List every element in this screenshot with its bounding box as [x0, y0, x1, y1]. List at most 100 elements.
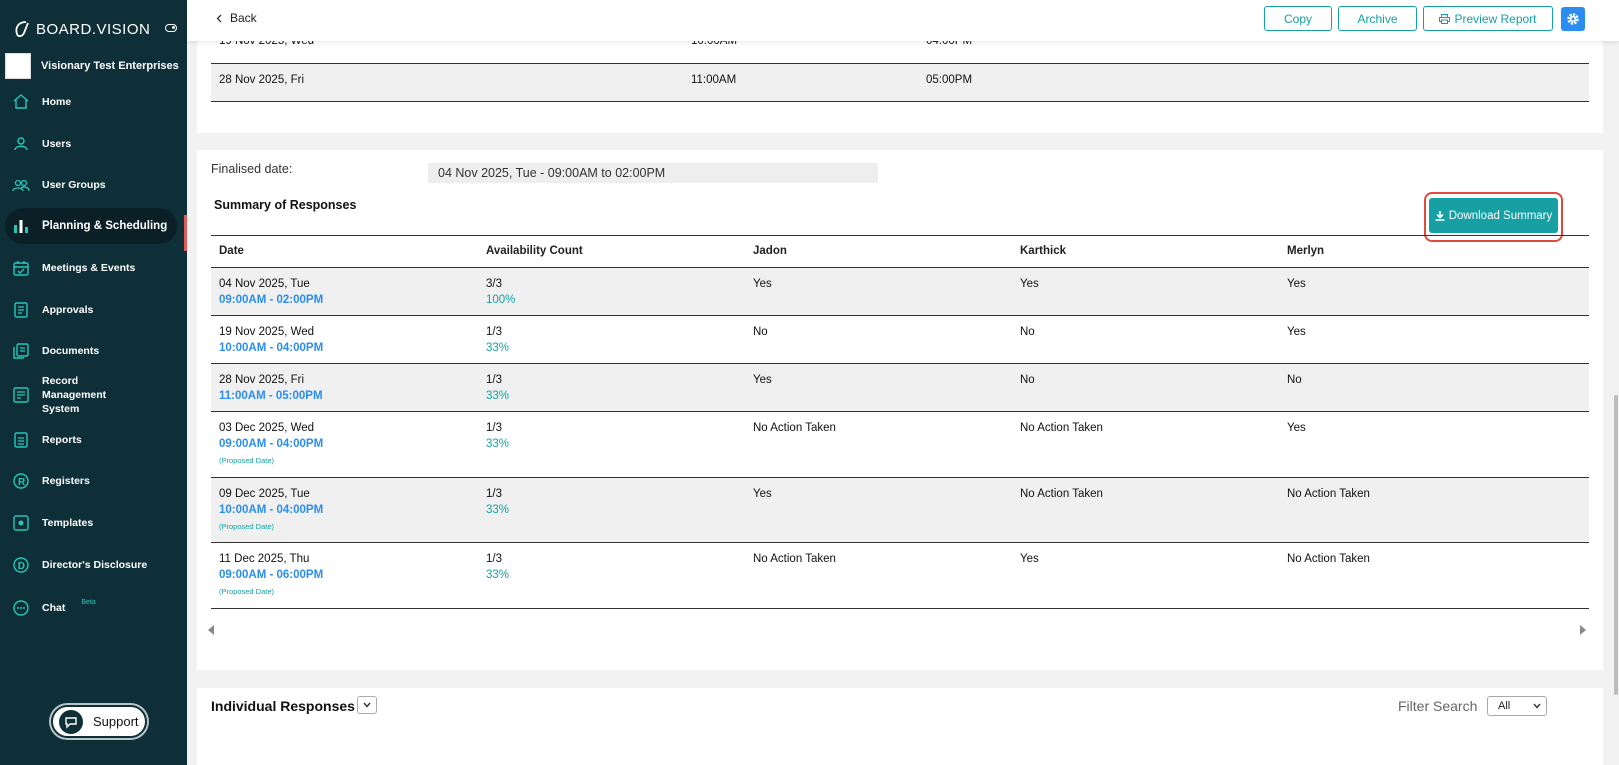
row-percentage: 33%: [486, 390, 510, 402]
sidebar-item-label: Record Management System: [42, 375, 107, 415]
support-chat-icon: [59, 709, 83, 734]
sidebar-item-chat[interactable]: Chat Beta: [5, 590, 177, 626]
row-count: 1/3: [486, 374, 502, 386]
calendar-icon: [12, 259, 30, 277]
approvals-icon: [12, 301, 30, 319]
sidebar-item-approvals[interactable]: Approvals: [5, 292, 177, 328]
disclosure-icon: D: [12, 556, 30, 574]
row-count: 3/3: [486, 278, 502, 290]
sidebar-item-home[interactable]: Home: [5, 84, 177, 120]
sidebar-item-user-groups[interactable]: User Groups: [5, 167, 177, 203]
user-groups-icon: [12, 176, 30, 194]
row-karthick: No Action Taken: [1020, 488, 1103, 500]
table-row: 11 Dec 2025, Thu 09:00AM - 06:00PM 1/3 33% N…: [211, 543, 1589, 609]
row-karthick: No Action Taken: [1020, 422, 1103, 434]
main-content: 19 Nov 2025, Wed 10:00AM 04:00PM 28 Nov …: [187, 0, 1619, 765]
row-jadon: No Action Taken: [753, 553, 836, 565]
sidebar-item-documents[interactable]: Documents: [5, 333, 177, 369]
chevron-down-icon: [363, 702, 371, 708]
support-button[interactable]: Support: [51, 705, 147, 738]
row-count: 1/3: [486, 488, 502, 500]
row-time: 10:00AM - 04:00PM: [219, 504, 324, 516]
sidebar-item-templates[interactable]: Templates: [5, 505, 177, 541]
sidebar-item-meetings-events[interactable]: Meetings & Events: [5, 250, 177, 286]
col-header-date: Date: [219, 245, 244, 257]
row-karthick: Yes: [1020, 278, 1039, 290]
row-date: 19 Nov 2025, Wed: [219, 326, 315, 338]
chevron-left-icon: [216, 14, 222, 22]
sidebar-item-label: Director's Disclosure: [42, 559, 148, 571]
row-jadon: No Action Taken: [753, 422, 836, 434]
row-percentage: 100%: [486, 294, 516, 306]
row-date: 09 Dec 2025, Tue: [219, 488, 310, 500]
chevron-down-icon: [1533, 703, 1541, 709]
row-time: 11:00AM - 05:00PM: [219, 390, 323, 402]
scroll-left-icon[interactable]: [207, 625, 215, 635]
org-logo: [5, 53, 31, 79]
org-switcher[interactable]: Visionary Test Enterprises: [5, 52, 182, 80]
chat-icon: [12, 599, 30, 617]
copy-label: Copy: [1283, 11, 1312, 26]
back-link[interactable]: Back: [216, 11, 257, 25]
beta-badge: Beta: [81, 598, 96, 606]
vertical-scrollbar[interactable]: [1614, 395, 1618, 695]
svg-text:D: D: [18, 561, 25, 572]
individual-responses-toggle[interactable]: [357, 696, 377, 714]
col-header-karthick: Karthick: [1020, 245, 1067, 257]
download-summary-label: Download Summary: [1448, 209, 1553, 222]
table-row: 04 Nov 2025, Tue 09:00AM - 02:00PM 3/3 100%…: [211, 268, 1589, 316]
filter-select[interactable]: All: [1487, 696, 1547, 716]
reports-icon: [12, 431, 30, 449]
sidebar-item-label: Home: [42, 96, 72, 108]
registers-icon: R: [12, 472, 30, 490]
sidebar-item-director-s-disclosure[interactable]: D Director's Disclosure: [5, 547, 177, 583]
row-time: 10:00AM - 04:00PM: [219, 342, 324, 354]
download-summary-button[interactable]: Download Summary: [1429, 198, 1558, 233]
row-date: 28 Nov 2025, Fri: [219, 374, 305, 386]
copy-button[interactable]: Copy: [1264, 6, 1332, 31]
settings-button[interactable]: [1561, 7, 1585, 31]
proposed-date-tag: (Proposed Date): [219, 456, 275, 465]
row-karthick: No: [1020, 374, 1035, 386]
row-jadon: Yes: [753, 488, 772, 500]
bar-chart-icon: [12, 217, 30, 235]
sidebar-item-planning-scheduling[interactable]: Planning & Scheduling: [5, 208, 177, 244]
col-header-merlyn: Merlyn: [1287, 245, 1325, 257]
printer-icon: [1439, 13, 1451, 24]
sidebar-item-users[interactable]: Users: [5, 126, 177, 162]
brand-name: BOARD.VISION: [36, 20, 151, 38]
sidebar-item-label: Planning & Scheduling: [42, 220, 168, 232]
preview-report-label: Preview Report: [1454, 11, 1537, 26]
col-header-availability: Availability Count: [486, 245, 583, 257]
preview-report-button[interactable]: Preview Report: [1423, 6, 1553, 31]
sidebar-item-label: Templates: [42, 517, 94, 529]
records-icon: [12, 386, 30, 404]
sidebar-item-reports[interactable]: Reports: [5, 422, 177, 458]
horizontal-scrollbar[interactable]: [207, 625, 1587, 637]
brand[interactable]: BOARD.VISION: [12, 18, 150, 40]
table-row: 09 Dec 2025, Tue 10:00AM - 04:00PM 1/3 33% Y…: [211, 478, 1589, 543]
row-jadon: Yes: [753, 374, 772, 386]
documents-icon: [12, 342, 30, 360]
scroll-right-icon[interactable]: [1579, 625, 1587, 635]
sidebar: BOARD.VISION Visionary Test Enterprises …: [0, 0, 187, 765]
gear-icon: [1567, 13, 1579, 25]
home-icon: [12, 93, 30, 111]
row-date: 28 Nov 2025, Fri: [219, 74, 305, 86]
sidebar-item-label: Registers: [42, 475, 90, 487]
row-merlyn: Yes: [1287, 422, 1306, 434]
row-count: 1/3: [486, 553, 502, 565]
archive-button[interactable]: Archive: [1338, 6, 1417, 31]
sidebar-toggle-icon[interactable]: [165, 24, 177, 32]
sidebar-item-record-management-system[interactable]: Record Management System: [5, 375, 177, 415]
sidebar-item-label: User Groups: [42, 179, 106, 191]
finalised-label: Finalised date:: [211, 162, 293, 176]
sidebar-item-registers[interactable]: R Registers: [5, 463, 177, 499]
filter-select-value: All: [1498, 700, 1511, 712]
proposed-date-tag: (Proposed Date): [219, 587, 275, 596]
row-count: 1/3: [486, 326, 502, 338]
archive-label: Archive: [1357, 11, 1398, 26]
row-merlyn: No Action Taken: [1287, 488, 1370, 500]
brand-logo-icon: [15, 21, 29, 38]
individual-responses-card: Individual Responses Filter Search All: [197, 688, 1603, 765]
